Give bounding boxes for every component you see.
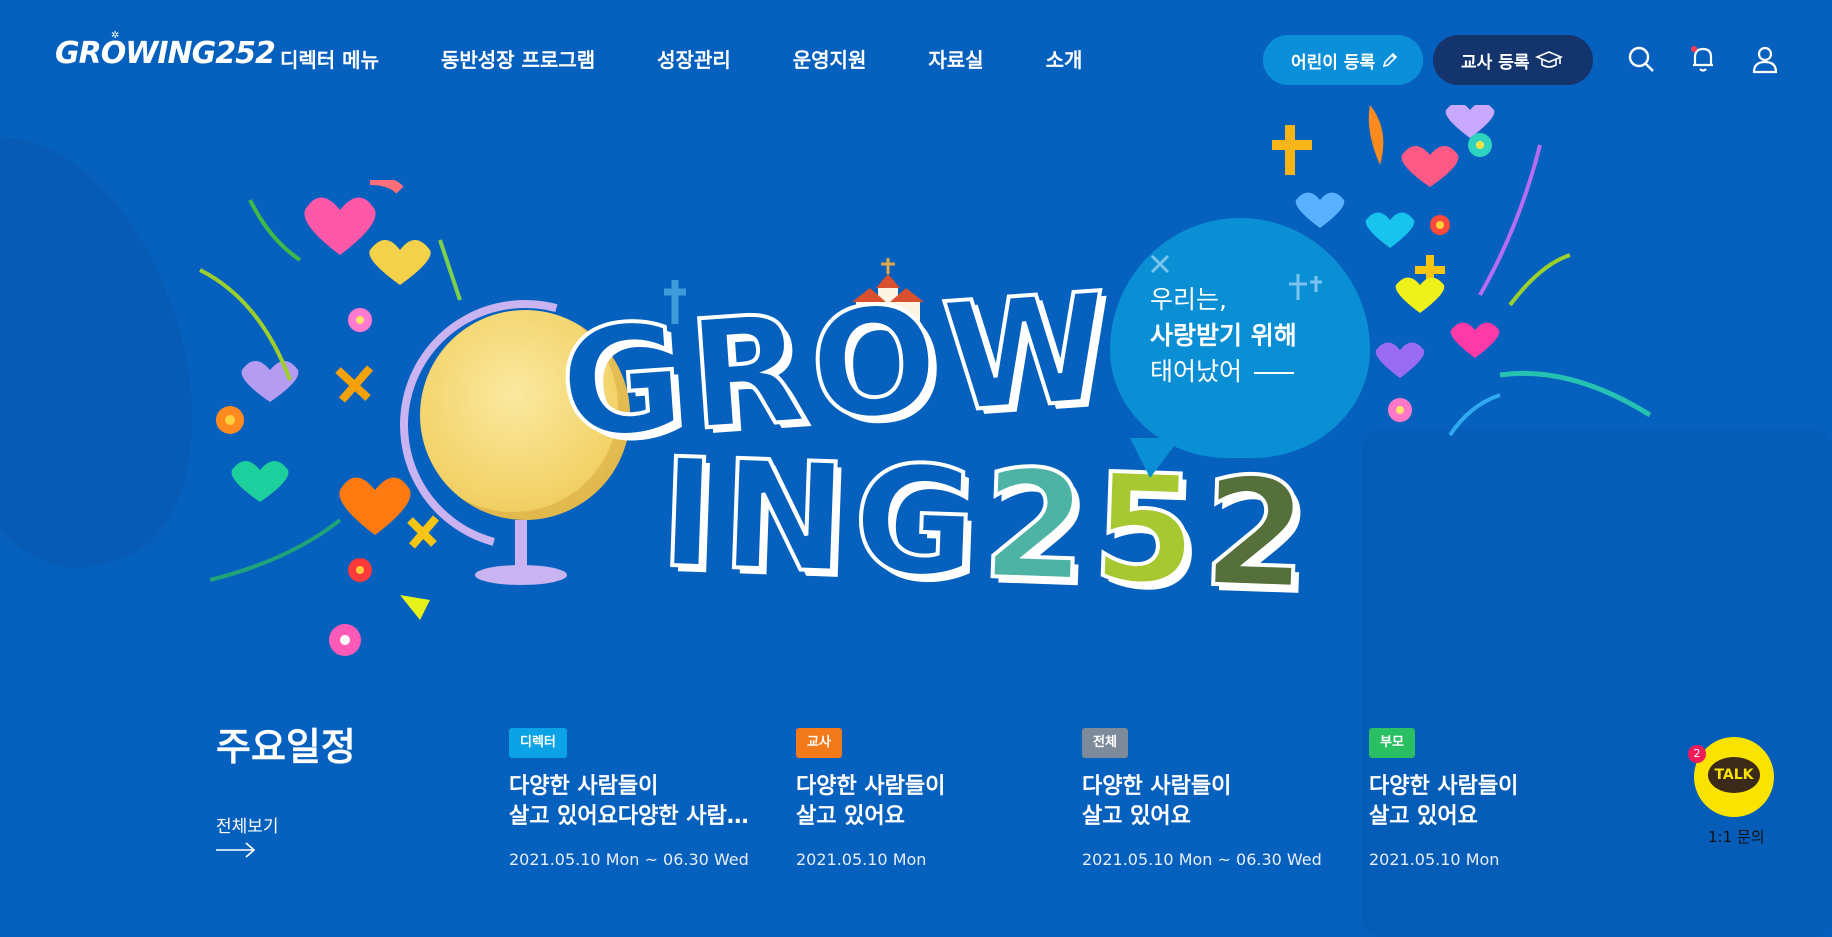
teacher-register-label: 교사 등록 bbox=[1461, 52, 1530, 73]
kakao-talk-button[interactable]: TALK 2 bbox=[1688, 737, 1774, 817]
bubble-line-3-wrap: 태어났어 bbox=[1150, 354, 1297, 390]
arrow-right-icon[interactable] bbox=[216, 842, 256, 858]
child-register-label: 어린이 등록 bbox=[1291, 52, 1376, 73]
nav-growth-management[interactable]: 성장관리 bbox=[657, 44, 731, 73]
graduation-cap-icon bbox=[1535, 51, 1564, 68]
pencil-icon bbox=[1383, 52, 1398, 68]
schedule-card-title: 다양한 사람들이 살고 있어요 bbox=[1369, 772, 1609, 832]
category-badge: 부모 bbox=[1369, 728, 1415, 758]
site-logo[interactable]: GROWING252 ✲ bbox=[55, 30, 276, 71]
schedule-card-title: 다양한 사람들이 살고 있어요다양한 사람... bbox=[509, 772, 749, 832]
card-title-line1: 다양한 사람들이 bbox=[1082, 774, 1232, 799]
card-title-line1: 다양한 사람들이 bbox=[1369, 774, 1519, 799]
schedule-card-date: 2021.05.10 Mon ~ 06.30 Wed bbox=[509, 850, 749, 869]
teacher-register-button[interactable]: 교사 등록 bbox=[1433, 35, 1593, 85]
schedule-title: 주요일정 bbox=[216, 725, 356, 769]
main-nav: 디렉터 메뉴 동반성장 프로그램 성장관리 운영지원 자료실 소개 bbox=[280, 44, 1144, 73]
hero-title-digit-1: 2 bbox=[977, 436, 1097, 618]
card-title-line2: 살고 있어요 bbox=[1369, 804, 1478, 829]
globe-stand bbox=[515, 520, 527, 570]
card-title-line1: 다양한 사람들이 bbox=[796, 774, 946, 799]
schedule-card[interactable]: 전체 다양한 사람들이 살고 있어요 2021.05.10 Mon ~ 06.3… bbox=[1082, 728, 1322, 869]
schedule-card[interactable]: 디렉터 다양한 사람들이 살고 있어요다양한 사람... 2021.05.10 … bbox=[509, 728, 749, 869]
bubble-line-3: 태어났어 bbox=[1150, 357, 1243, 386]
nav-growth-program[interactable]: 동반성장 프로그램 bbox=[441, 44, 595, 73]
nav-resources[interactable]: 자료실 bbox=[928, 44, 983, 73]
schedule-card[interactable]: 부모 다양한 사람들이 살고 있어요 2021.05.10 Mon bbox=[1369, 728, 1609, 869]
talk-bubble-icon: TALK bbox=[1708, 757, 1760, 793]
child-register-button[interactable]: 어린이 등록 bbox=[1263, 35, 1423, 85]
category-badge: 전체 bbox=[1082, 728, 1128, 758]
logo-text: GROWING252 bbox=[55, 36, 276, 71]
schedule-card-date: 2021.05.10 Mon bbox=[796, 850, 927, 869]
bubble-line-2: 사랑받기 위해 bbox=[1150, 321, 1297, 350]
hero-bubble-text: 우리는, 사랑받기 위해 태어났어 bbox=[1150, 282, 1297, 390]
category-badge: 교사 bbox=[796, 728, 842, 758]
card-title-line1: 다양한 사람들이 bbox=[509, 774, 659, 799]
hero-title-letters: ING bbox=[655, 425, 987, 614]
bell-icon[interactable] bbox=[1688, 44, 1718, 74]
card-title-line2: 살고 있어요 bbox=[796, 804, 905, 829]
notification-badge: 2 bbox=[1688, 745, 1706, 763]
bubble-blank-line bbox=[1254, 372, 1295, 374]
card-title-line2: 살고 있어요 bbox=[1082, 804, 1191, 829]
nav-about[interactable]: 소개 bbox=[1046, 44, 1083, 73]
schedule-card-date: 2021.05.10 Mon ~ 06.30 Wed bbox=[1082, 850, 1322, 869]
globe-base bbox=[475, 565, 567, 585]
hero-title-digit-3: 2 bbox=[1198, 444, 1318, 626]
schedule-card[interactable]: 교사 다양한 사람들이 살고 있어요 2021.05.10 Mon bbox=[796, 728, 1036, 869]
user-icon[interactable] bbox=[1750, 44, 1780, 74]
search-icon[interactable] bbox=[1626, 44, 1656, 74]
nav-director-menu[interactable]: 디렉터 메뉴 bbox=[280, 44, 379, 73]
nav-operation-support[interactable]: 운영지원 bbox=[793, 44, 867, 73]
view-all-link[interactable]: 전체보기 bbox=[216, 812, 279, 837]
sparkle-cross-icon bbox=[1150, 254, 1170, 274]
talk-caption[interactable]: 1:1 문의 bbox=[1708, 826, 1765, 847]
schedule-card-title: 다양한 사람들이 살고 있어요 bbox=[1082, 772, 1322, 832]
card-title-line2: 살고 있어요다양한 사람... bbox=[509, 804, 749, 829]
schedule-card-date: 2021.05.10 Mon bbox=[1369, 850, 1500, 869]
logo-sparkle-icon: ✲ bbox=[111, 30, 119, 41]
schedule-card-title: 다양한 사람들이 살고 있어요 bbox=[796, 772, 1036, 832]
category-badge: 디렉터 bbox=[509, 728, 567, 758]
bubble-line-1: 우리는, bbox=[1150, 285, 1227, 314]
site-header: GROWING252 ✲ 디렉터 메뉴 동반성장 프로그램 성장관리 운영지원 … bbox=[0, 0, 1832, 118]
